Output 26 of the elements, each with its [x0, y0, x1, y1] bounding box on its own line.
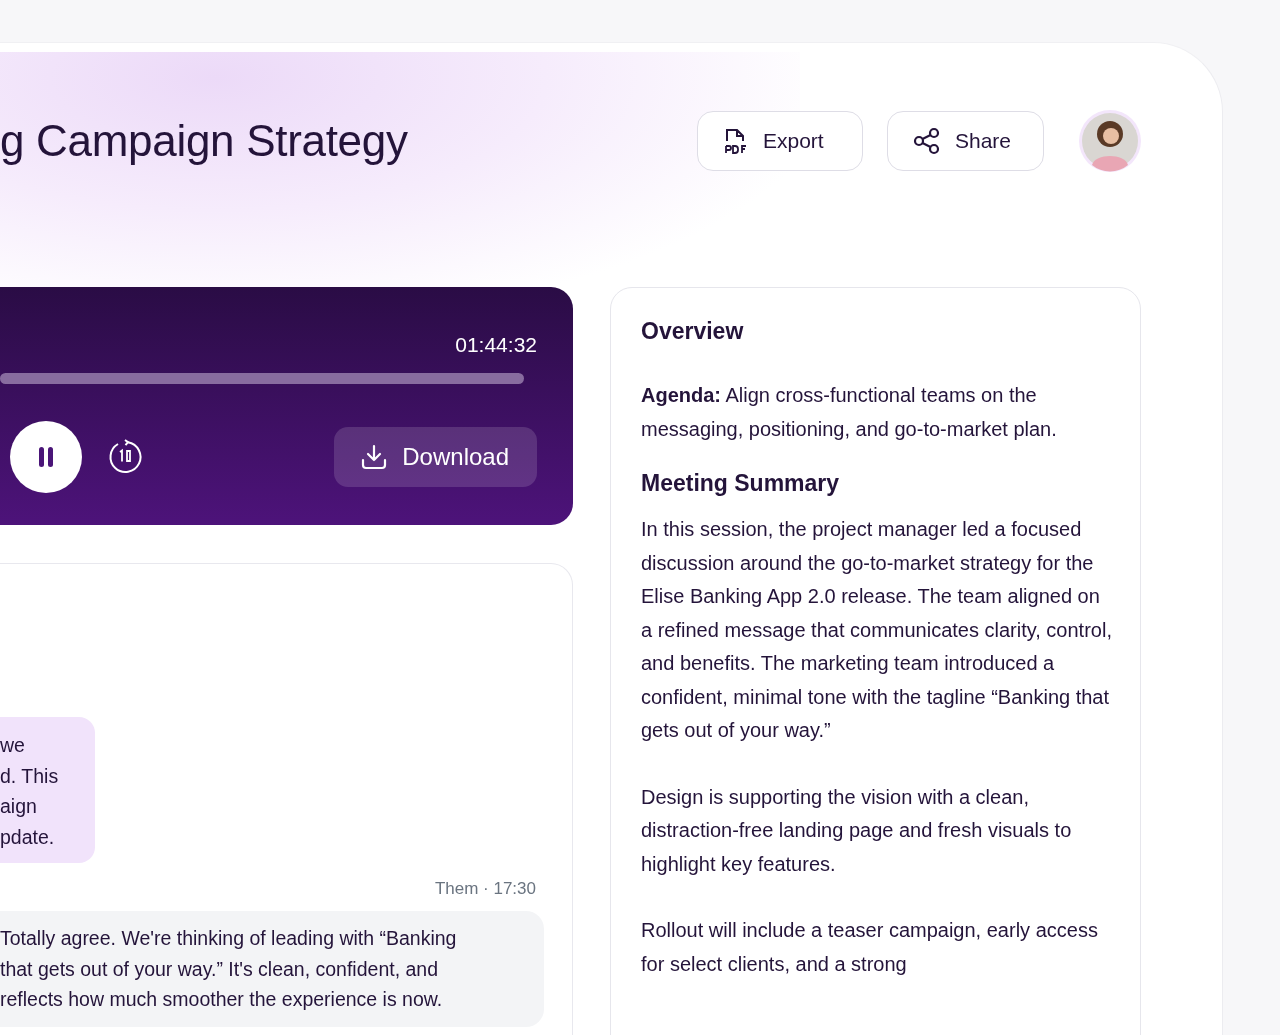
section-heading: Meeting Summary: [641, 470, 841, 497]
summary-paragraph: Rollout will include a teaser campaign, early access for select clients, and a strong: [641, 918, 1099, 977]
download-button[interactable]: Download: [334, 427, 537, 487]
message-text: reflects how much smoother the experience is now.: [0, 987, 444, 1012]
message-text: that gets out of your way.” It's clean, confident, and: [0, 956, 440, 982]
message-meta: Them · 17:30: [434, 879, 536, 899]
section-heading: Overview: [641, 318, 745, 345]
message-text: Totally agree. We're thinking of leading with “Banking: [0, 926, 458, 951]
message-text: aign: [0, 794, 38, 819]
summary-paragraph: In this session, the project manager led a focused discussion around the go-to-market strategy for the Elise Banking App 2.0 release. The team aligned on a refined message that communicates clarity, control, and benefits. The marketing team introduced a confident, minimal tone with the tagline “Banking that gets out of your way.”: [641, 517, 1112, 743]
pause-icon: [38, 446, 54, 468]
page-title: g Campaign Strategy: [0, 115, 408, 166]
message-text: pdate.: [0, 824, 56, 850]
pdf-file-icon: [722, 126, 749, 155]
summary-paragraph: Design is supporting the vision with a clean, distraction-free landing page and fresh visuals to highlight key features.: [641, 784, 1073, 877]
duration: 01:44:32: [455, 333, 537, 357]
message-text: we: [0, 733, 26, 758]
message-text: d. This: [0, 763, 60, 789]
avatar[interactable]: [1078, 108, 1142, 173]
forward-10-icon[interactable]: [108, 439, 144, 475]
agenda-text: Agenda: Align cross-functional teams on the messaging, positioning, and go-to-market plan.: [641, 383, 1058, 442]
progress-track[interactable]: [0, 373, 524, 384]
share-icon: [912, 126, 941, 155]
export-button[interactable]: Export: [696, 110, 863, 171]
share-button[interactable]: Share: [886, 110, 1044, 171]
download-icon: [360, 443, 389, 471]
